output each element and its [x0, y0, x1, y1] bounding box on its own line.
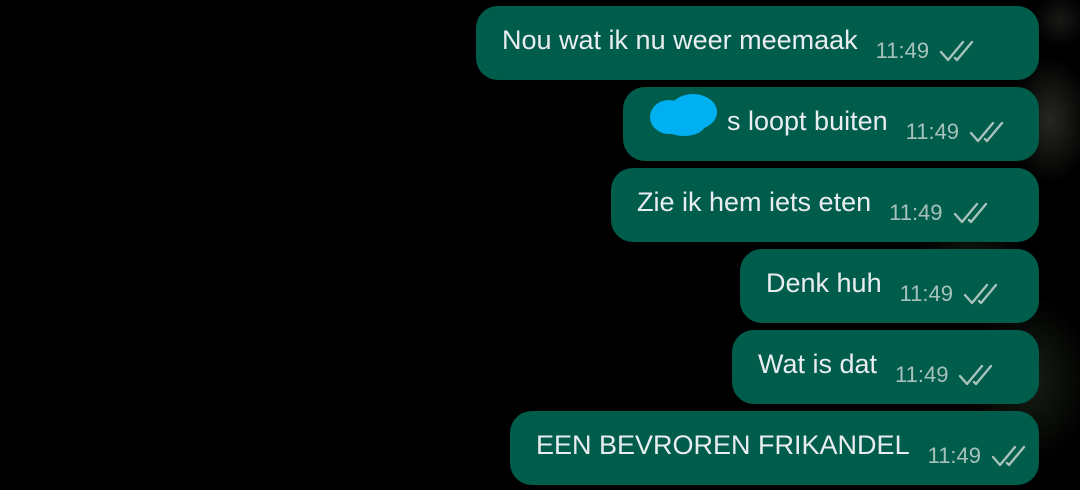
message-text: Zie ik hem iets eten — [637, 186, 872, 217]
double-check-icon — [991, 445, 1026, 467]
message-meta: 11:49 — [895, 362, 1000, 388]
message-text: Wat is dat — [758, 348, 878, 379]
message-time: 11:49 — [927, 443, 982, 468]
message-bubble[interactable]: Wat is dat 11:49 — [732, 330, 1039, 404]
message-bubble[interactable]: Nou wat ik nu weer meemaak 11:49 — [476, 6, 1039, 80]
message-bubble[interactable]: Zie ik hem iets eten 11:49 — [611, 168, 1039, 242]
message-time: 11:49 — [875, 38, 930, 63]
double-check-icon — [969, 121, 1004, 143]
message-time: 11:49 — [899, 281, 954, 306]
message-meta: 11:49 — [876, 38, 981, 64]
message-time: 11:49 — [889, 200, 943, 225]
double-check-icon — [963, 283, 998, 305]
message-time: 11:49 — [895, 362, 949, 387]
message-text: Denk huh — [766, 267, 882, 298]
double-check-icon — [953, 202, 987, 224]
double-check-icon — [959, 364, 993, 386]
message-meta: 11:49 — [900, 281, 1005, 307]
message-text: s loopt buiten — [727, 105, 888, 136]
message-meta: 11:49 — [889, 200, 994, 226]
message-text: Nou wat ik nu weer meemaak — [502, 24, 858, 55]
message-bubble[interactable]: Denk huh 11:49 — [740, 249, 1039, 323]
message-bubble[interactable]: EEN BEVROREN FRIKANDEL 11:49 — [510, 411, 1039, 485]
redaction-scribble — [650, 94, 717, 136]
message-bubble[interactable]: s loopt buiten 11:49 — [623, 87, 1039, 161]
message-meta: 11:49 — [906, 119, 1011, 145]
double-check-icon — [939, 40, 974, 62]
message-list[interactable]: Nou wat ik nu weer meemaak 11:49 s loopt… — [0, 0, 1080, 490]
message-meta: 11:49 — [928, 443, 1033, 469]
message-text: EEN BEVROREN FRIKANDEL — [536, 429, 910, 460]
message-time: 11:49 — [905, 119, 960, 144]
